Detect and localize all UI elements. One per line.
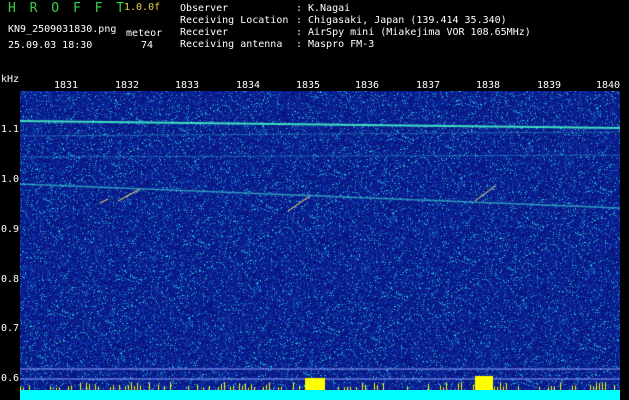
- y-axis-unit: kHz: [1, 74, 20, 85]
- y-tick-label: 0.8: [1, 274, 20, 285]
- meta-value-receiver: AirSpy mini (Miakejima VOR 108.65MHz): [308, 27, 531, 38]
- app-title: H R O F F T: [8, 1, 128, 16]
- meta-sep: :: [296, 27, 303, 38]
- meta-value-observer: K.Nagai: [308, 3, 351, 14]
- x-tick-label: 1837: [416, 80, 441, 91]
- meta-sep: :: [296, 15, 303, 26]
- meta-key-observer: Observer: [180, 3, 229, 14]
- meta-key-location: Receiving Location: [180, 15, 289, 26]
- app-version: 1.0.0f: [124, 2, 161, 13]
- meta-value-location: Chigasaki, Japan (139.414 35.340): [308, 15, 507, 26]
- x-tick-label: 1833: [175, 80, 200, 91]
- meta-key-antenna: Receiving antenna: [180, 39, 283, 50]
- image-filename: KN9_2509031830.png: [8, 24, 117, 35]
- y-tick-label: 0.7: [1, 323, 20, 334]
- meta-sep: :: [296, 39, 303, 50]
- meteor-count: 74: [141, 40, 154, 51]
- x-tick-label: 1832: [115, 80, 140, 91]
- x-tick-label: 1836: [355, 80, 380, 91]
- y-tick-label: 0.6: [1, 373, 20, 384]
- y-tick-label: 1.1: [1, 124, 20, 135]
- y-tick-label: 1.0: [1, 174, 20, 185]
- waterfall-canvas: [20, 91, 620, 390]
- waterfall-spectrogram: [20, 91, 620, 400]
- meta-value-antenna: Maspro FM-3: [308, 39, 375, 50]
- x-tick-label: 1840: [596, 80, 621, 91]
- y-tick-label: 0.9: [1, 224, 20, 235]
- signal-level-strip: [20, 390, 620, 400]
- x-tick-label: 1835: [296, 80, 321, 91]
- x-tick-label: 1834: [236, 80, 261, 91]
- x-tick-label: 1838: [476, 80, 501, 91]
- x-tick-label: 1831: [54, 80, 79, 91]
- observation-method: meteor: [126, 28, 163, 39]
- meta-key-receiver: Receiver: [180, 27, 229, 38]
- observation-datetime: 25.09.03 18:30: [8, 40, 93, 51]
- meta-sep: :: [296, 3, 303, 14]
- x-tick-label: 1839: [537, 80, 562, 91]
